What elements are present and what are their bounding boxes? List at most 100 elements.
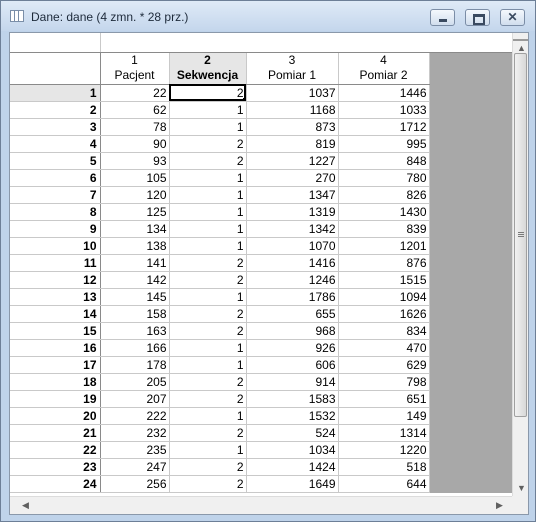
column-header-sekwencja[interactable]: 2 Sekwencja	[169, 52, 247, 85]
row-header[interactable]: 19	[10, 390, 101, 408]
row-header[interactable]: 6	[10, 169, 101, 187]
active-cell[interactable]: 2	[169, 84, 247, 102]
cell-pomiar-2[interactable]: 780	[338, 169, 430, 187]
scroll-left-icon[interactable]: ◀	[22, 501, 29, 510]
cell-pacjent[interactable]: 93	[100, 152, 170, 170]
cell-pomiar-1[interactable]: 1532	[246, 407, 339, 425]
cell-sekwencja[interactable]: 1	[169, 288, 247, 306]
row-header[interactable]: 9	[10, 220, 101, 238]
cell-pomiar-2[interactable]: 1094	[338, 288, 430, 306]
cell-pomiar-2[interactable]: 1446	[338, 84, 430, 102]
cell-sekwencja[interactable]: 1	[169, 186, 247, 204]
cell-pacjent[interactable]: 166	[100, 339, 170, 357]
cell-pacjent[interactable]: 163	[100, 322, 170, 340]
cell-pomiar-2[interactable]: 1201	[338, 237, 430, 255]
cell-pomiar-1[interactable]: 1416	[246, 254, 339, 272]
cell-sekwencja[interactable]: 2	[169, 424, 247, 442]
cell-pomiar-2[interactable]: 848	[338, 152, 430, 170]
cell-pomiar-1[interactable]: 1342	[246, 220, 339, 238]
row-header[interactable]: 17	[10, 356, 101, 374]
cell-sekwencja[interactable]: 2	[169, 152, 247, 170]
cell-pacjent[interactable]: 22	[100, 84, 170, 102]
column-header-pacjent[interactable]: 1 Pacjent	[100, 52, 170, 85]
corner-header-cell[interactable]	[10, 52, 101, 85]
cell-sekwencja[interactable]: 2	[169, 458, 247, 476]
cell-pacjent[interactable]: 247	[100, 458, 170, 476]
cell-pacjent[interactable]: 207	[100, 390, 170, 408]
row-header[interactable]: 20	[10, 407, 101, 425]
cell-sekwencja[interactable]: 1	[169, 441, 247, 459]
cell-pomiar-2[interactable]: 1314	[338, 424, 430, 442]
cell-pomiar-2[interactable]: 518	[338, 458, 430, 476]
cell-pomiar-2[interactable]: 1033	[338, 101, 430, 119]
cell-sekwencja[interactable]: 2	[169, 271, 247, 289]
scroll-right-icon[interactable]: ▶	[496, 501, 503, 510]
cell-sekwencja[interactable]: 1	[169, 356, 247, 374]
cell-pomiar-2[interactable]: 1220	[338, 441, 430, 459]
cell-pomiar-1[interactable]: 819	[246, 135, 339, 153]
cell-sekwencja[interactable]: 1	[169, 101, 247, 119]
row-header[interactable]: 12	[10, 271, 101, 289]
row-header[interactable]: 7	[10, 186, 101, 204]
cell-pacjent[interactable]: 125	[100, 203, 170, 221]
cell-sekwencja[interactable]: 1	[169, 169, 247, 187]
cell-pacjent[interactable]: 62	[100, 101, 170, 119]
cell-pomiar-1[interactable]: 968	[246, 322, 339, 340]
vertical-scrollbar[interactable]: ▲ ▼	[512, 33, 528, 496]
row-header[interactable]: 3	[10, 118, 101, 136]
cell-sekwencja[interactable]: 2	[169, 135, 247, 153]
cell-sekwencja[interactable]: 2	[169, 322, 247, 340]
column-header-pomiar-2[interactable]: 4 Pomiar 2	[338, 52, 430, 85]
cell-pomiar-2[interactable]: 798	[338, 373, 430, 391]
maximize-button[interactable]	[465, 9, 490, 26]
row-header[interactable]: 15	[10, 322, 101, 340]
cell-pacjent[interactable]: 78	[100, 118, 170, 136]
cell-sekwencja[interactable]: 1	[169, 118, 247, 136]
cell-pomiar-1[interactable]: 1034	[246, 441, 339, 459]
cell-pomiar-2[interactable]: 995	[338, 135, 430, 153]
cell-pomiar-2[interactable]: 876	[338, 254, 430, 272]
cell-pomiar-1[interactable]: 1246	[246, 271, 339, 289]
corner-cell[interactable]	[10, 33, 101, 53]
cell-pomiar-2[interactable]: 834	[338, 322, 430, 340]
vertical-scroll-thumb[interactable]	[514, 53, 527, 417]
cell-pomiar-1[interactable]: 606	[246, 356, 339, 374]
cell-pomiar-1[interactable]: 926	[246, 339, 339, 357]
cell-pacjent[interactable]: 178	[100, 356, 170, 374]
row-header[interactable]: 11	[10, 254, 101, 272]
cell-pomiar-2[interactable]: 1712	[338, 118, 430, 136]
cell-pomiar-2[interactable]: 149	[338, 407, 430, 425]
cell-pomiar-1[interactable]: 1583	[246, 390, 339, 408]
row-header[interactable]: 2	[10, 101, 101, 119]
row-header[interactable]: 24	[10, 475, 101, 493]
cell-sekwencja[interactable]: 1	[169, 339, 247, 357]
row-header[interactable]: 18	[10, 373, 101, 391]
cell-pomiar-1[interactable]: 270	[246, 169, 339, 187]
row-header[interactable]: 8	[10, 203, 101, 221]
cell-pacjent[interactable]: 134	[100, 220, 170, 238]
cell-pacjent[interactable]: 158	[100, 305, 170, 323]
cell-pomiar-2[interactable]: 839	[338, 220, 430, 238]
cell-sekwencja[interactable]: 2	[169, 475, 247, 493]
cell-pacjent[interactable]: 235	[100, 441, 170, 459]
scroll-up-icon[interactable]: ▲	[517, 44, 526, 53]
cell-pomiar-1[interactable]: 1037	[246, 84, 339, 102]
close-button[interactable]: ✕	[500, 9, 525, 26]
cell-pomiar-1[interactable]: 1347	[246, 186, 339, 204]
cell-pomiar-1[interactable]: 1649	[246, 475, 339, 493]
cell-sekwencja[interactable]: 1	[169, 407, 247, 425]
cell-sekwencja[interactable]: 2	[169, 373, 247, 391]
cell-sekwencja[interactable]: 1	[169, 237, 247, 255]
row-header[interactable]: 13	[10, 288, 101, 306]
cell-pomiar-2[interactable]: 1515	[338, 271, 430, 289]
column-header-pomiar-1[interactable]: 3 Pomiar 1	[246, 52, 339, 85]
row-header[interactable]: 16	[10, 339, 101, 357]
cell-pacjent[interactable]: 138	[100, 237, 170, 255]
cell-pomiar-1[interactable]: 655	[246, 305, 339, 323]
cell-pomiar-2[interactable]: 651	[338, 390, 430, 408]
cell-pomiar-1[interactable]: 1319	[246, 203, 339, 221]
cell-pacjent[interactable]: 222	[100, 407, 170, 425]
cell-pomiar-1[interactable]: 524	[246, 424, 339, 442]
cell-pomiar-1[interactable]: 1168	[246, 101, 339, 119]
row-header[interactable]: 23	[10, 458, 101, 476]
